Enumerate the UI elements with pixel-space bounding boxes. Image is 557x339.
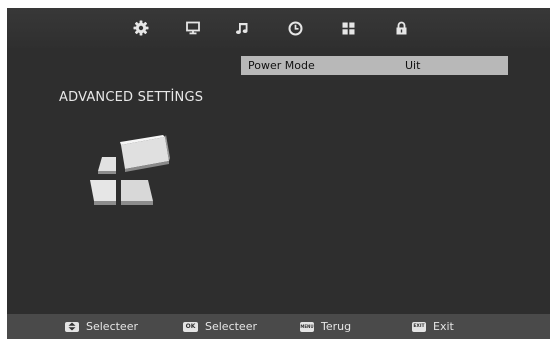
hint-exit: EXIT Exit [412,314,454,339]
lock-icon[interactable] [390,17,412,39]
menu-item-label: Power Mode [248,59,315,72]
hint-navigate: Selecteer [65,314,138,339]
page-title: ADVANCED SETTİNGS [59,90,204,105]
clock-icon[interactable] [284,17,306,39]
tv-osd-screen: Power Mode Uit ADVANCED SETTİNGS Selecte… [7,8,550,339]
menu-item-value: Uit [405,59,421,72]
advanced-settings-icon [85,131,175,213]
menu-key-icon: MENU [300,321,314,332]
hint-menu: MENU Terug [300,314,351,339]
music-note-icon[interactable] [231,17,253,39]
hint-label: Selecteer [86,320,138,333]
exit-key-icon: EXIT [412,321,426,332]
up-down-key-icon [65,321,79,332]
settings-gear-icon[interactable] [130,17,152,39]
monitor-icon[interactable] [182,17,204,39]
hint-label: Terug [321,320,352,333]
top-menu-bar [7,8,550,48]
hint-label: Selecteer [205,320,257,333]
apps-grid-icon[interactable] [337,17,359,39]
hint-ok: OK Selecteer [183,314,257,339]
ok-key-icon: OK [183,321,198,332]
footer-hint-bar: Selecteer OK Selecteer MENU Terug EXIT E… [7,314,550,339]
menu-item-power-mode[interactable]: Power Mode Uit [241,56,508,75]
hint-label: Exit [433,320,454,333]
